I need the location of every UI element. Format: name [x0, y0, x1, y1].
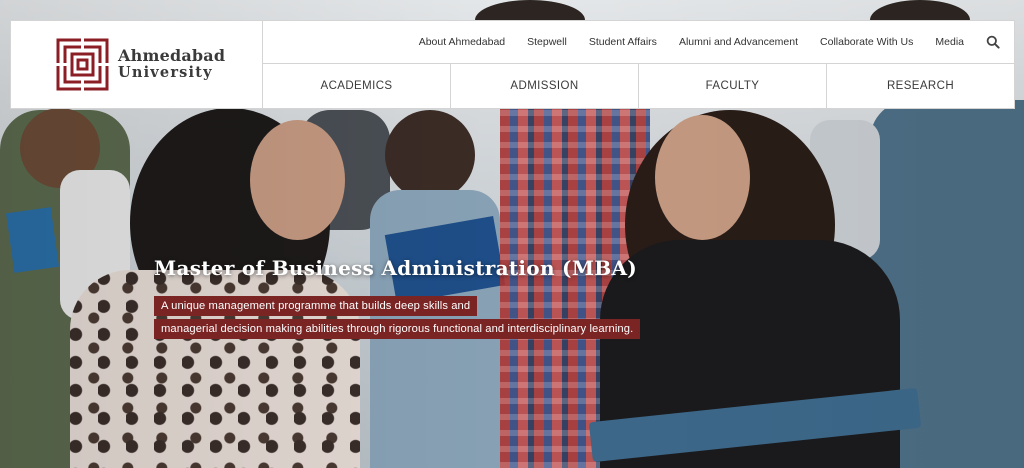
brand-name: Ahmedabad University — [118, 46, 226, 82]
hero-subtitle-line2: managerial decision making abilities thr… — [154, 319, 641, 339]
top-nav-about[interactable]: About Ahmedabad — [419, 36, 505, 48]
search-icon[interactable] — [986, 35, 1000, 49]
nav-tab-academics[interactable]: ACADEMICS — [263, 64, 451, 108]
navigation: About Ahmedabad Stepwell Student Affairs… — [263, 21, 1014, 108]
hero-title: Master of Business Administration (MBA) — [154, 256, 638, 280]
top-nav-stepwell[interactable]: Stepwell — [527, 36, 567, 48]
primary-nav: ACADEMICS ADMISSION FACULTY RESEARCH — [263, 64, 1014, 108]
hero-subtitle-line1: A unique management programme that build… — [154, 296, 478, 316]
top-nav-alumni[interactable]: Alumni and Advancement — [679, 36, 798, 48]
top-utility-nav: About Ahmedabad Stepwell Student Affairs… — [263, 21, 1014, 64]
top-nav-collaborate[interactable]: Collaborate With Us — [820, 36, 913, 48]
top-nav-media[interactable]: Media — [935, 36, 964, 48]
nav-tab-faculty[interactable]: FACULTY — [639, 64, 827, 108]
nav-tab-admission[interactable]: ADMISSION — [451, 64, 639, 108]
brand-name-line2: University — [118, 64, 213, 82]
brand-name-line1: Ahmedabad — [118, 46, 226, 66]
top-nav-student-affairs[interactable]: Student Affairs — [589, 36, 657, 48]
university-logo-icon — [56, 38, 109, 91]
site-header: Ahmedabad University About Ahmedabad Ste… — [10, 20, 1015, 109]
hero-subtitle: A unique management programme that build… — [154, 296, 641, 339]
nav-tab-research[interactable]: RESEARCH — [827, 64, 1014, 108]
brand-logo-link[interactable]: Ahmedabad University — [11, 21, 263, 108]
